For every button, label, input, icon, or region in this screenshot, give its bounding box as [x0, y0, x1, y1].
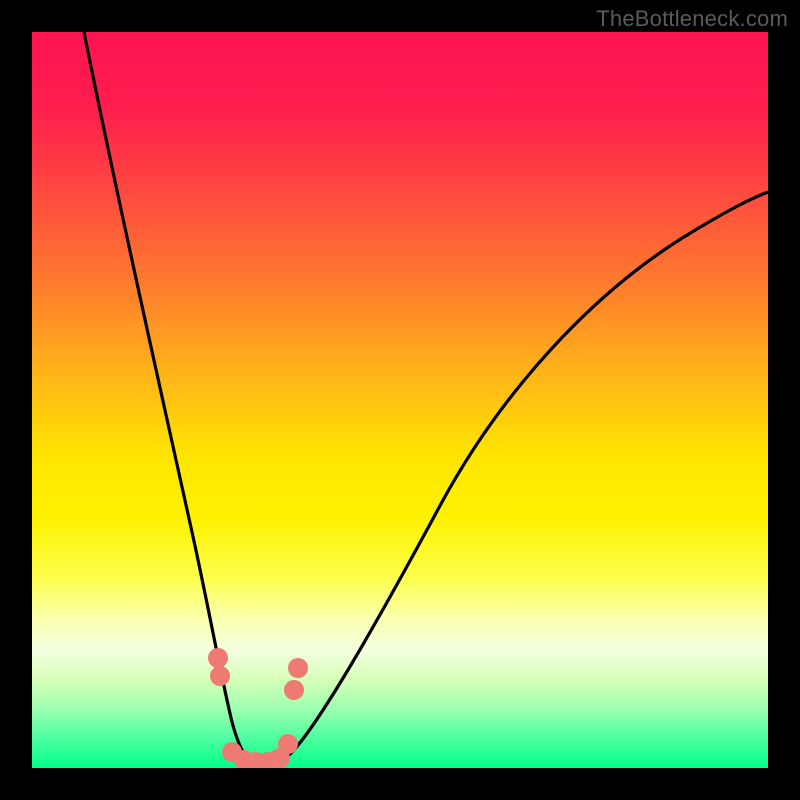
highlight-dots — [208, 648, 308, 768]
chart-svg — [32, 32, 768, 768]
watermark-text: TheBottleneck.com — [596, 6, 788, 32]
chart-frame: TheBottleneck.com — [0, 0, 800, 800]
chart-plot-area — [32, 32, 768, 768]
bottleneck-curve — [84, 32, 768, 766]
